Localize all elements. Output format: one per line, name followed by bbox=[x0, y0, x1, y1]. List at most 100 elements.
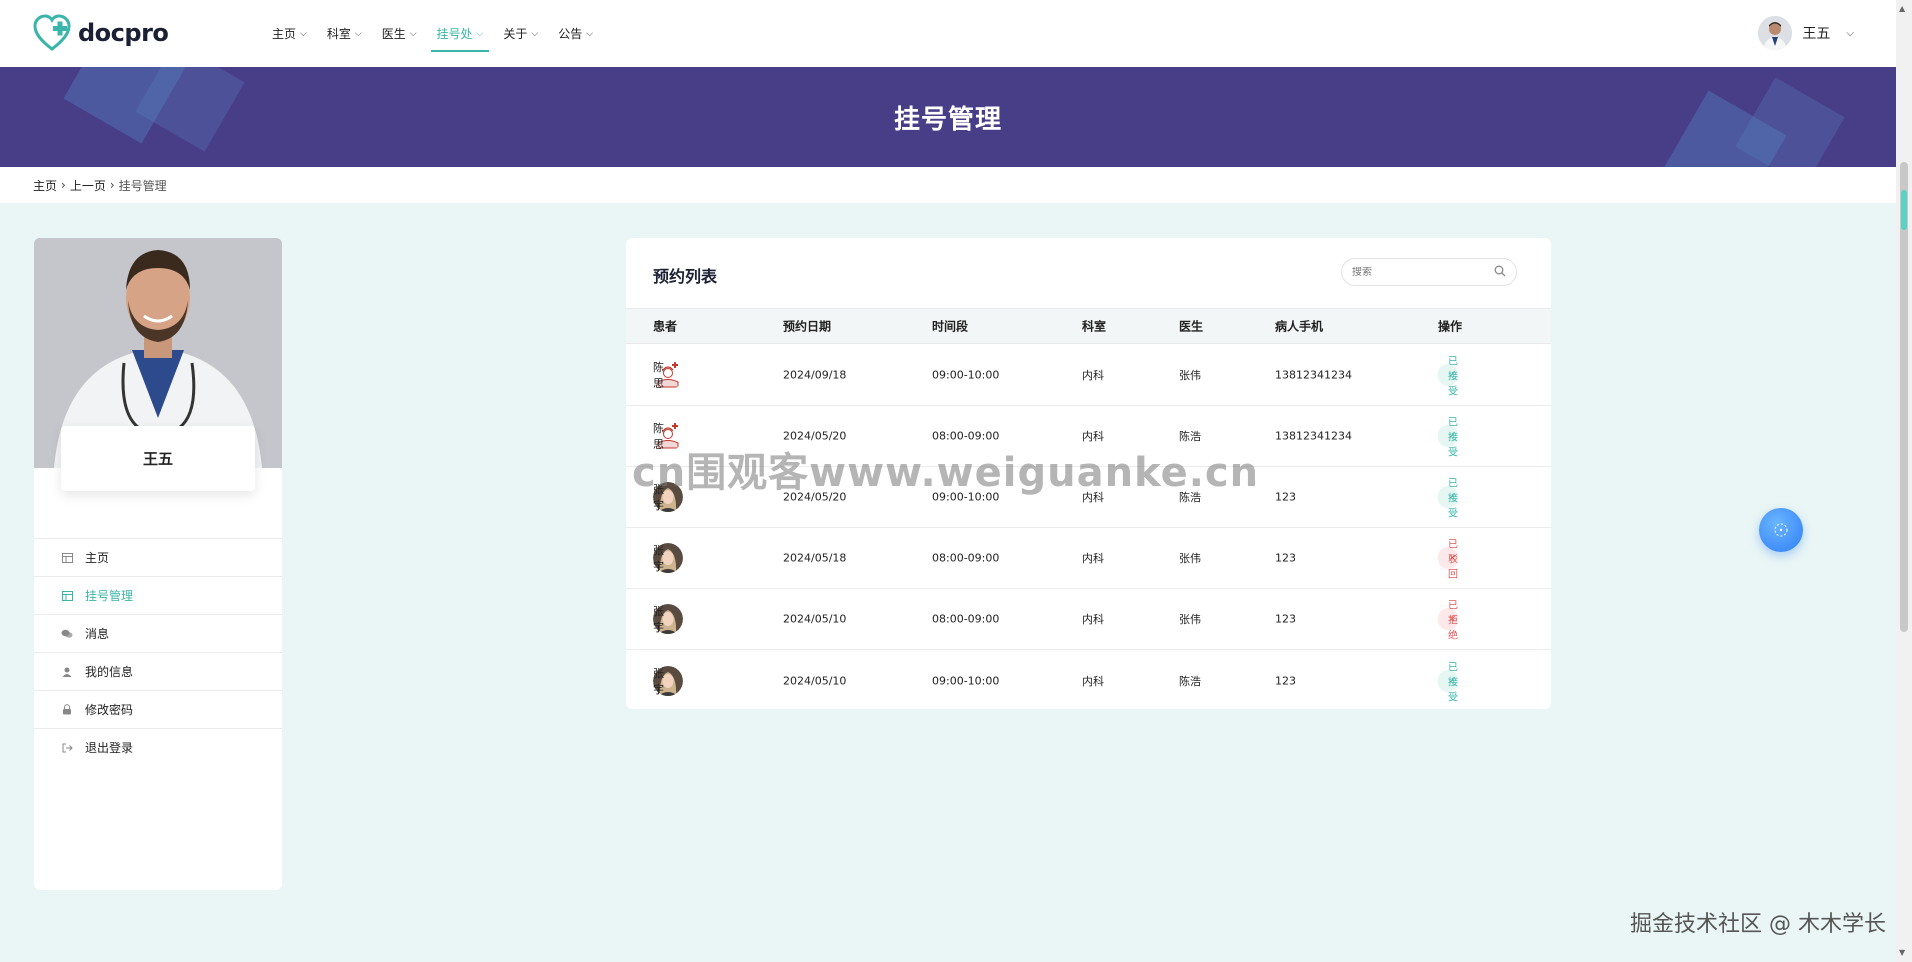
nav-item-about[interactable]: 关于 ⌵ bbox=[493, 0, 548, 67]
column-header: 患者 bbox=[653, 319, 678, 334]
page-scrollbar[interactable]: ▲ ▼ bbox=[1896, 0, 1912, 962]
column-header: 时间段 bbox=[932, 319, 969, 334]
sidebar-item-label: 消息 bbox=[85, 627, 110, 641]
sidebar-item-registration[interactable]: 挂号管理 bbox=[34, 576, 282, 614]
status-badge[interactable]: ✓ 已接受 bbox=[1438, 357, 1458, 398]
doctor-name: 张伟 bbox=[1179, 369, 1201, 382]
user-menu[interactable]: 王五 ⌵ bbox=[1758, 16, 1854, 50]
chat-icon bbox=[61, 628, 73, 640]
patient-phone: 123 bbox=[1275, 674, 1296, 687]
status-label: 已拒绝 bbox=[1448, 600, 1458, 642]
column-header: 医生 bbox=[1179, 319, 1204, 334]
patient-phone: 123 bbox=[1275, 490, 1296, 504]
layout-icon bbox=[61, 552, 73, 564]
nav-item-departments[interactable]: 科室 ⌵ bbox=[317, 0, 372, 67]
status-badge[interactable]: ✓ 已接受 bbox=[1438, 479, 1458, 520]
status-badge[interactable]: × 已拒绝 bbox=[1438, 601, 1458, 642]
breadcrumb-separator: › bbox=[61, 178, 66, 192]
status-badge[interactable]: × 已驳回 bbox=[1438, 540, 1458, 581]
user-name: 王五 bbox=[1802, 26, 1831, 42]
sidebar-item-my-info[interactable]: 我的信息 bbox=[34, 652, 282, 690]
nav-label: 公告 bbox=[558, 27, 583, 41]
department: 内科 bbox=[1082, 613, 1104, 626]
department: 内科 bbox=[1082, 552, 1104, 565]
sidebar-item-change-password[interactable]: 修改密码 bbox=[34, 690, 282, 728]
time-slot: 08:00-09:00 bbox=[932, 612, 1000, 626]
patient-name: 张宇 bbox=[653, 605, 664, 634]
sidebar-item-home[interactable]: 主页 bbox=[34, 538, 282, 576]
nav-item-registration[interactable]: 挂号处 ⌵ bbox=[427, 0, 494, 67]
nav-label: 主页 bbox=[272, 27, 297, 41]
watermark-text: cn围观客www.weiguanke.cn bbox=[632, 450, 1260, 496]
chevron-down-icon: ⌵ bbox=[409, 28, 417, 39]
profile-sidebar: 王五 主页 挂号管理 消息 我的信息 修改密码 退出登录 bbox=[34, 238, 282, 890]
scroll-up-icon[interactable]: ▲ bbox=[1899, 4, 1905, 13]
nav-item-announcements[interactable]: 公告 ⌵ bbox=[548, 0, 603, 67]
scrollbar-thumb[interactable] bbox=[1900, 162, 1908, 632]
scroll-down-icon[interactable]: ▼ bbox=[1899, 948, 1905, 957]
sidebar-item-label: 主页 bbox=[85, 551, 110, 565]
status-badge[interactable]: ✓ 已接受 bbox=[1438, 418, 1458, 459]
avatar bbox=[1758, 16, 1793, 50]
nav-label: 医生 bbox=[381, 27, 406, 41]
page-title: 挂号管理 bbox=[893, 105, 1002, 135]
brand-logo[interactable]: docpro bbox=[32, 14, 169, 52]
nav-label: 关于 bbox=[503, 27, 528, 41]
appointment-date: 2024/05/10 bbox=[783, 612, 847, 626]
doctor-name: 张伟 bbox=[1179, 552, 1201, 565]
main-nav: 主页 ⌵ 科室 ⌵ 医生 ⌵ 挂号处 ⌵ 关于 ⌵ 公告 ⌵ bbox=[262, 0, 603, 67]
department: 内科 bbox=[1082, 369, 1104, 382]
status-badge[interactable]: ✓ 已接受 bbox=[1438, 662, 1458, 703]
table-row: 张宇 2024/05/10 08:00-09:00 内科 张伟 123 × 已拒绝 bbox=[626, 589, 1551, 650]
table-header: 患者 预约日期 时间段 科室 医生 病人手机 操作 bbox=[626, 308, 1551, 344]
nav-item-home[interactable]: 主页 ⌵ bbox=[262, 0, 317, 67]
search-box bbox=[1341, 258, 1517, 286]
nav-label: 挂号处 bbox=[436, 27, 473, 41]
status-label: 已驳回 bbox=[1448, 539, 1458, 581]
crosshair-icon bbox=[1774, 523, 1788, 537]
appointment-date: 2024/09/18 bbox=[783, 368, 847, 382]
time-slot: 09:00-10:00 bbox=[932, 674, 1000, 687]
table-row: 陈思 2024/09/18 09:00-10:00 内科 张伟 13812341234 ✓ 已… bbox=[626, 345, 1551, 406]
profile-name-card: 王五 bbox=[61, 426, 255, 491]
breadcrumb-home[interactable]: 主页 bbox=[33, 177, 57, 194]
status-label: 已接受 bbox=[1448, 478, 1458, 520]
sidebar-item-logout[interactable]: 退出登录 bbox=[34, 728, 282, 766]
brand-name: docpro bbox=[78, 19, 169, 47]
table-row: 张宇 2024/05/18 08:00-09:00 内科 张伟 123 × 已驳回 bbox=[626, 528, 1551, 589]
floating-action-button[interactable] bbox=[1759, 508, 1803, 552]
card-title: 预约列表 bbox=[653, 267, 718, 286]
lock-icon bbox=[61, 704, 73, 716]
department: 内科 bbox=[1082, 674, 1104, 688]
time-slot: 09:00-10:00 bbox=[932, 368, 1000, 382]
chevron-down-icon: ⌵ bbox=[586, 28, 594, 39]
table-row: 张宇 2024/05/10 09:00-10:00 内科 陈浩 123 ✓ 已接受 bbox=[626, 650, 1551, 711]
search-icon[interactable] bbox=[1494, 265, 1506, 280]
chevron-down-icon: ⌵ bbox=[1846, 27, 1854, 39]
top-navbar: docpro 主页 ⌵ 科室 ⌵ 医生 ⌵ 挂号处 ⌵ 关于 ⌵ 公告 ⌵ 王五 ⌵ bbox=[0, 0, 1896, 67]
nav-label: 科室 bbox=[326, 27, 351, 41]
chevron-down-icon: ⌵ bbox=[476, 28, 484, 39]
sidebar-item-label: 修改密码 bbox=[85, 703, 134, 717]
doctor-avatar-icon bbox=[1758, 16, 1793, 50]
heart-cross-logo-icon bbox=[33, 14, 71, 51]
search-input[interactable] bbox=[1352, 266, 1494, 278]
patient-name: 张宇 bbox=[653, 544, 664, 573]
user-icon bbox=[61, 666, 73, 678]
breadcrumb-prev[interactable]: 上一页 bbox=[70, 177, 106, 194]
chevron-down-icon: ⌵ bbox=[300, 28, 307, 39]
chevron-down-icon: ⌵ bbox=[354, 28, 362, 39]
sidebar-item-messages[interactable]: 消息 bbox=[34, 614, 282, 652]
patient-phone: 123 bbox=[1275, 551, 1296, 565]
status-label: 已接受 bbox=[1448, 662, 1458, 703]
page-banner: 挂号管理 bbox=[0, 67, 1896, 167]
patient-phone: 123 bbox=[1275, 612, 1296, 626]
breadcrumb-current: 挂号管理 bbox=[118, 178, 167, 193]
patient-name: 张宇 bbox=[653, 666, 664, 696]
breadcrumb: 主页 › 上一页 › 挂号管理 bbox=[0, 167, 1896, 203]
status-label: 已接受 bbox=[1448, 356, 1458, 398]
patient-phone: 13812341234 bbox=[1275, 368, 1352, 382]
nav-item-doctors[interactable]: 医生 ⌵ bbox=[372, 0, 427, 67]
column-header: 病人手机 bbox=[1275, 319, 1324, 334]
chevron-down-icon: ⌵ bbox=[531, 28, 539, 39]
